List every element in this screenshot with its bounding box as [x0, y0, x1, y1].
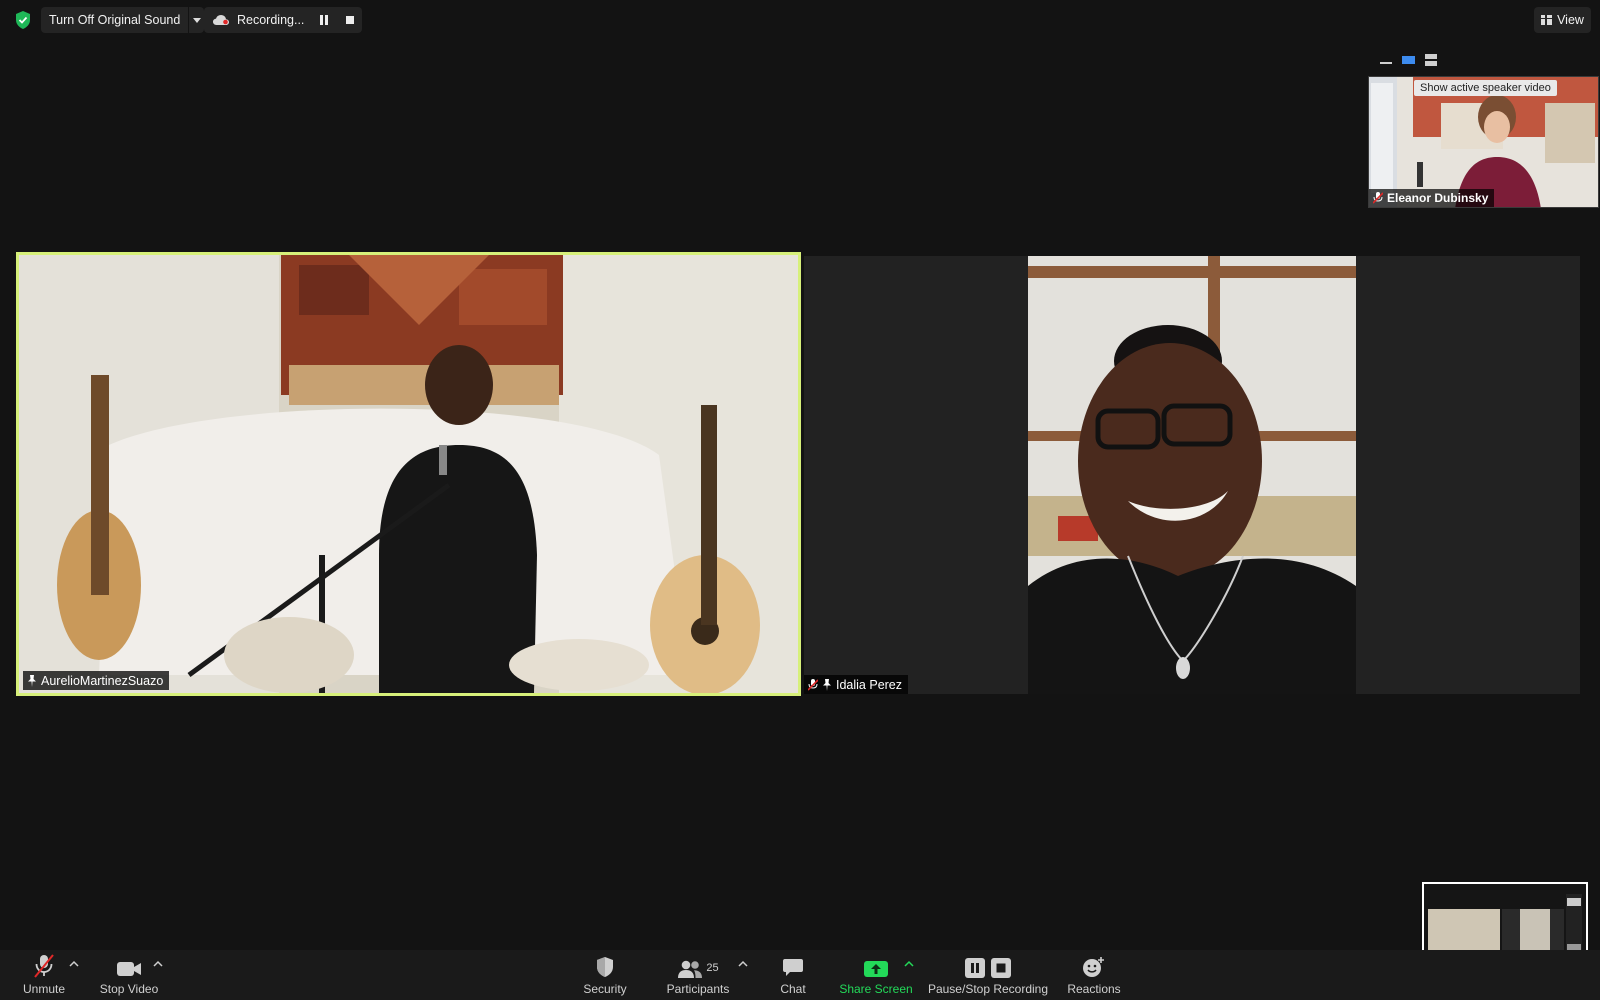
- minimize-icon[interactable]: [1380, 54, 1392, 66]
- chat-button[interactable]: Chat: [775, 950, 811, 1000]
- meeting-toolbar: Unmute Stop Video Security 25 Participan…: [0, 950, 1600, 1000]
- participant-video-tile[interactable]: Idalia Perez: [804, 256, 1580, 694]
- recording-indicator: Recording...: [204, 7, 362, 33]
- chat-bubble-icon: [783, 959, 803, 976]
- audio-options-caret-icon[interactable]: [69, 960, 79, 968]
- view-button[interactable]: View: [1534, 7, 1591, 33]
- grid-icon: [1541, 15, 1553, 25]
- video-camera-icon: [117, 962, 141, 976]
- participants-label: Participants: [666, 982, 730, 996]
- active-speaker-name: Eleanor Dubinsky: [1387, 191, 1489, 205]
- shield-icon: [597, 957, 613, 977]
- security-button[interactable]: Security: [580, 950, 630, 1000]
- speaker-layout-controls: [1380, 54, 1437, 66]
- participants-options-caret-icon[interactable]: [738, 960, 748, 968]
- participant-video-tile[interactable]: AurelioMartinezSuazo: [16, 252, 801, 696]
- share-options-caret-icon[interactable]: [904, 960, 914, 968]
- share-screen-icon: [864, 961, 888, 977]
- participant-name-tag: AurelioMartinezSuazo: [23, 671, 170, 690]
- pause-stop-recording-label: Pause/Stop Recording: [927, 982, 1049, 996]
- reactions-button[interactable]: Reactions: [1065, 950, 1123, 1000]
- unmute-button[interactable]: Unmute: [20, 950, 68, 1000]
- active-speaker-layout-icon[interactable]: [1402, 55, 1415, 65]
- video-options-caret-icon[interactable]: [153, 960, 163, 968]
- active-speaker-name-tag: Eleanor Dubinsky: [1369, 189, 1495, 207]
- participants-icon: [678, 960, 703, 978]
- pause-stop-recording-button[interactable]: Pause/Stop Recording: [927, 950, 1049, 1000]
- participant-video-frame: [19, 255, 798, 693]
- cloud-icon: [213, 15, 229, 25]
- original-sound-dropdown[interactable]: [188, 7, 204, 33]
- show-active-speaker-tooltip: Show active speaker video: [1414, 80, 1557, 96]
- turn-off-original-sound-button[interactable]: Turn Off Original Sound: [41, 7, 188, 33]
- stop-recording-icon[interactable]: [345, 15, 355, 25]
- participant-video-frame: [1028, 256, 1356, 694]
- pause-icon: [965, 958, 985, 978]
- chat-label: Chat: [780, 982, 806, 996]
- pin-icon: [28, 674, 36, 687]
- participant-name-tag: Idalia Perez: [804, 675, 909, 694]
- participant-name: AurelioMartinezSuazo: [41, 673, 164, 688]
- reactions-smiley-icon: [1083, 957, 1104, 977]
- mic-muted-icon: [808, 678, 818, 691]
- mic-muted-icon: [1373, 192, 1383, 204]
- gallery-strip-icon[interactable]: [1425, 54, 1437, 66]
- recording-label: Recording...: [237, 13, 305, 27]
- stop-icon: [991, 958, 1011, 978]
- participant-video: [1028, 256, 1356, 694]
- participants-button[interactable]: 25 Participants: [666, 950, 730, 1000]
- share-screen-button[interactable]: Share Screen: [839, 950, 913, 1000]
- pin-icon: [823, 678, 831, 691]
- original-sound-control: Turn Off Original Sound: [41, 7, 205, 33]
- caret-down-icon: [192, 17, 201, 23]
- mic-muted-icon: [34, 954, 54, 978]
- view-label: View: [1557, 13, 1584, 27]
- stop-video-label: Stop Video: [99, 982, 159, 996]
- pause-recording-icon[interactable]: [319, 15, 329, 25]
- participant-name: Idalia Perez: [836, 677, 903, 692]
- reactions-label: Reactions: [1067, 982, 1121, 996]
- encryption-shield-icon[interactable]: [14, 10, 32, 30]
- share-screen-label: Share Screen: [839, 982, 913, 996]
- participants-count: 25: [706, 962, 719, 974]
- stop-video-button[interactable]: Stop Video: [97, 950, 161, 1000]
- unmute-label: Unmute: [22, 982, 66, 996]
- security-label: Security: [583, 982, 627, 996]
